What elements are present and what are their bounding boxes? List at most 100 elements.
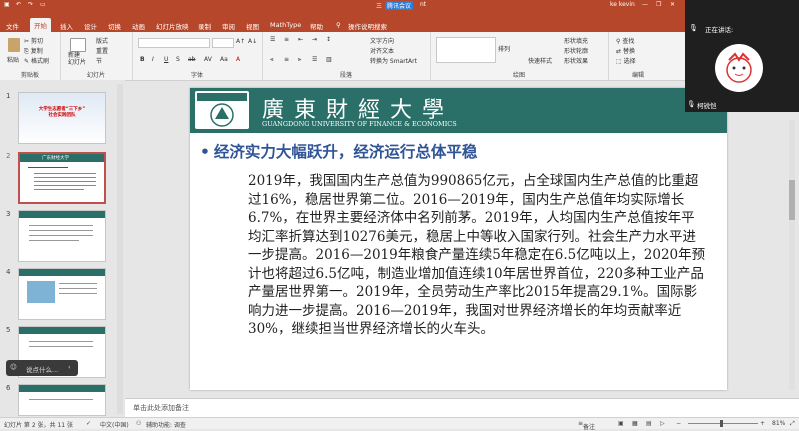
slide-canvas[interactable]: 廣東財經大學 GUANGDONG UNIVERSITY OF FINANCE &… — [190, 88, 727, 390]
increase-font-icon[interactable]: A↑ — [236, 38, 245, 45]
font-size-select[interactable] — [212, 38, 234, 48]
find-button[interactable]: ⚲ 查找 — [616, 36, 634, 45]
tab-slideshow[interactable]: 幻灯片放映 — [156, 21, 189, 31]
chevron-left-icon[interactable]: ‹ — [68, 363, 71, 371]
save-icon[interactable]: ▣ — [4, 1, 10, 8]
select-button[interactable]: ⬚ 选择 — [616, 56, 636, 65]
numbering-icon[interactable]: ≡ — [284, 36, 289, 43]
line-spacing-icon[interactable]: ↕ — [326, 36, 331, 43]
section-button[interactable]: 节 — [96, 56, 102, 65]
tab-insert[interactable]: 插入 — [60, 21, 73, 31]
tab-transitions[interactable]: 切换 — [108, 21, 121, 31]
slide-body-text[interactable]: 2019年，我国国内生产总值为990865亿元，占全球国内生产总值的比重超过16… — [248, 172, 708, 339]
notes-pane[interactable]: 单击此处添加备注 — [125, 398, 799, 417]
cut-button[interactable]: ✂ 剪切 — [24, 36, 43, 45]
participant-avatar[interactable] — [715, 44, 763, 92]
tab-home[interactable]: 开始 — [30, 18, 51, 32]
zoom-level[interactable]: 81% — [772, 420, 785, 427]
strikethrough-button[interactable]: ab — [188, 56, 196, 63]
close-icon[interactable]: ✕ — [670, 1, 675, 8]
tab-help[interactable]: 帮助 — [310, 21, 323, 31]
shape-fill-button[interactable]: 形状填充 — [564, 36, 588, 45]
new-slide-icon[interactable] — [70, 38, 86, 52]
font-name-select[interactable] — [138, 38, 210, 48]
tell-me-search[interactable]: 操作说明搜索 — [348, 21, 387, 31]
tab-record[interactable]: 录制 — [198, 21, 211, 31]
slide-thumbnail-3[interactable] — [18, 210, 106, 262]
zoom-slider[interactable] — [688, 423, 758, 424]
notes-button[interactable]: ≡ 备注 — [578, 420, 595, 431]
align-text-button[interactable]: 对齐文本 — [370, 46, 394, 55]
paragraph-group: ☰ ≡ ⇤ ⇥ ↕ 文字方向 对齐文本 转换为 SmartArt ⫷ ≡ ⫸ ☰… — [262, 32, 431, 80]
quick-styles-button[interactable]: 快速样式 — [528, 56, 552, 65]
zoom-in-icon[interactable]: + — [760, 420, 765, 427]
align-right-icon[interactable]: ⫸ — [298, 56, 301, 64]
tab-review[interactable]: 审阅 — [222, 21, 235, 31]
font-color-button[interactable]: A — [236, 56, 240, 63]
increase-indent-icon[interactable]: ⇥ — [312, 36, 317, 43]
text-direction-button[interactable]: 文字方向 — [370, 36, 394, 45]
find-label: 查找 — [622, 38, 635, 45]
user-name[interactable]: ke kevin — [610, 1, 635, 8]
zoom-slider-thumb[interactable] — [720, 420, 723, 427]
zoom-out-icon[interactable]: − — [676, 420, 681, 427]
tab-animations[interactable]: 动画 — [132, 21, 145, 31]
new-slide-button[interactable]: 新建 幻灯片 — [68, 52, 86, 66]
thumbnail-scrollbar[interactable] — [117, 84, 123, 414]
slide-thumbnail-4[interactable] — [18, 268, 106, 320]
undo-icon[interactable]: ↶ — [16, 1, 21, 8]
replace-button[interactable]: ⇄ 替换 — [616, 46, 635, 55]
tab-view[interactable]: 视图 — [246, 21, 259, 31]
slide-thumbnail-2[interactable]: 广东财经大学 — [18, 152, 106, 204]
copy-button[interactable]: ⎘ 复制 — [24, 46, 43, 56]
spellcheck-icon[interactable]: ✓ — [86, 420, 91, 427]
present-icon[interactable]: ▭ — [40, 1, 46, 8]
minimize-icon[interactable]: — — [642, 1, 648, 8]
shape-outline-button[interactable]: 形状轮廓 — [564, 46, 588, 55]
align-left-icon[interactable]: ⫷ — [270, 56, 273, 64]
sorter-view-icon[interactable]: ▦ — [632, 420, 638, 427]
columns-icon[interactable]: ▥ — [326, 56, 332, 63]
accessibility-icon[interactable]: ⚇ — [136, 420, 141, 427]
chat-input-bubble[interactable]: ☺ 说点什么... ‹ — [6, 360, 78, 376]
italic-button[interactable]: I — [152, 56, 154, 63]
normal-view-icon[interactable]: ▣ — [618, 420, 624, 427]
paste-button[interactable]: 粘贴 — [7, 55, 19, 64]
slide-scrollbar[interactable] — [787, 120, 797, 390]
scroll-track[interactable] — [789, 120, 795, 390]
decrease-indent-icon[interactable]: ⇤ — [298, 36, 303, 43]
reading-view-icon[interactable]: ▤ — [646, 420, 652, 427]
format-painter-button[interactable]: ✎ 格式刷 — [24, 56, 49, 65]
tab-file[interactable]: 文件 — [6, 21, 19, 31]
fit-window-icon[interactable]: ⤢ — [790, 420, 795, 428]
bold-button[interactable]: B — [140, 56, 145, 63]
shadow-button[interactable]: S — [176, 56, 180, 63]
decrease-font-icon[interactable]: A↓ — [248, 38, 257, 45]
slide-heading[interactable]: • 经济实力大幅跃升，经济运行总体平稳 — [200, 140, 477, 162]
bullets-icon[interactable]: ☰ — [270, 36, 275, 43]
shapes-gallery[interactable] — [436, 37, 496, 63]
align-center-icon[interactable]: ≡ — [284, 56, 289, 63]
microphone-icon[interactable]: 🎙 — [689, 24, 698, 32]
tab-mathtype[interactable]: MathType — [270, 21, 301, 29]
spacing-button[interactable]: AV — [204, 56, 212, 63]
underline-button[interactable]: U — [164, 56, 168, 63]
slide-thumbnail-6[interactable] — [18, 384, 106, 416]
paste-icon[interactable] — [8, 38, 20, 52]
shape-effects-button[interactable]: 形状效果 — [564, 56, 588, 65]
layout-button[interactable]: 版式 — [96, 36, 108, 45]
slide-thumbnail-1[interactable]: 大学生志愿者“三下乡” 社会实践团队 — [18, 92, 106, 144]
arrange-button[interactable]: 排列 — [498, 44, 510, 53]
tab-design[interactable]: 设计 — [84, 21, 97, 31]
redo-icon[interactable]: ↷ — [28, 1, 33, 8]
emoji-icon[interactable]: ☺ — [10, 363, 17, 371]
meeting-tag[interactable]: 腾讯会议 — [385, 1, 414, 10]
restore-icon[interactable]: ❐ — [656, 1, 661, 8]
reset-button[interactable]: 重置 — [96, 46, 108, 55]
smartart-button[interactable]: 转换为 SmartArt — [370, 56, 417, 65]
scroll-thumb[interactable] — [789, 180, 795, 220]
case-button[interactable]: Aa — [220, 56, 228, 63]
search-icon[interactable]: ⚲ — [336, 21, 341, 29]
justify-icon[interactable]: ☰ — [312, 56, 317, 63]
slideshow-view-icon[interactable]: ▷ — [660, 420, 665, 427]
